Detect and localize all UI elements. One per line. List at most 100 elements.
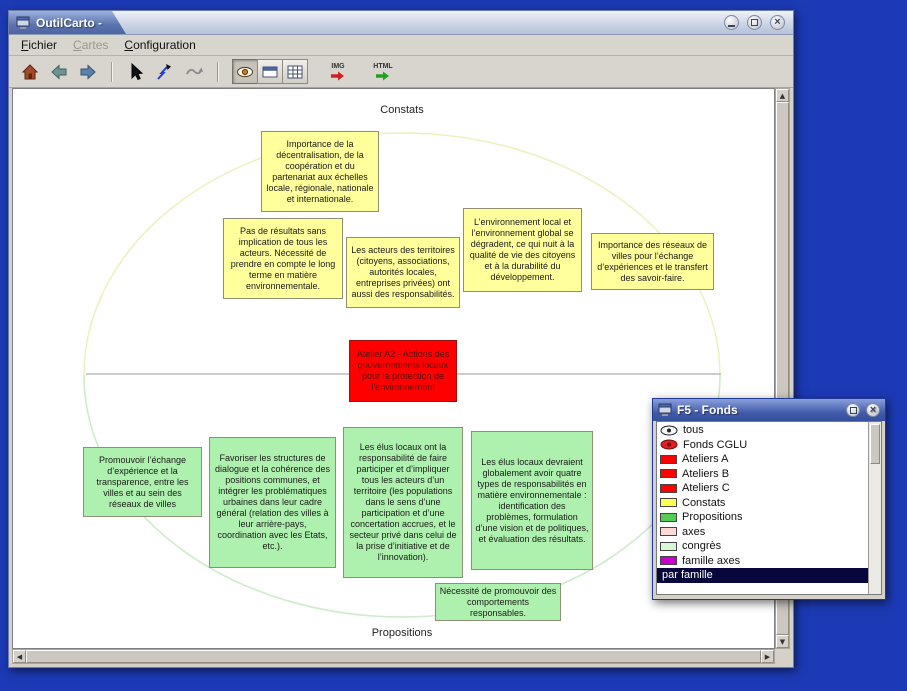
fonds-titlebar[interactable]: F5 - Fonds × [653,399,885,421]
fonds-item-congres[interactable]: congrès [657,539,868,554]
export-html-button[interactable]: HTML [368,58,398,86]
constat-note[interactable]: Pas de résultats sans implication de tou… [223,218,343,299]
link-pointer-icon [155,62,175,82]
export-img-label: IMG [331,63,344,71]
proposition-note[interactable]: Nécessité de promouvoir des comportement… [435,583,561,621]
export-img-button[interactable]: IMG [323,58,353,86]
note-window-icon [260,62,280,82]
menu-configuration[interactable]: Configuration [124,38,195,52]
proposition-note[interactable]: Les élus locaux ont la responsabilité de… [343,427,463,578]
toolbar-separator [217,62,219,82]
fonds-item-famille-axes[interactable]: famille axes [657,554,868,569]
fonds-scrollbar-thumb[interactable] [870,424,880,464]
fonds-item-ateliers-a[interactable]: Ateliers A [657,452,868,467]
eye-icon [235,62,255,82]
constat-note[interactable]: Importance des réseaux de villes pour l’… [591,233,714,290]
app-icon [16,16,30,30]
fonds-item-ateliers-b[interactable]: Ateliers B [657,467,868,482]
close-button[interactable]: × [770,15,785,30]
constat-note[interactable]: Les acteurs des territoires (citoyens, a… [346,237,460,308]
maximize-button[interactable] [747,15,762,30]
fonds-item-label: famille axes [682,555,740,567]
fonds-item-label: Ateliers C [682,482,730,494]
fonds-item-label: Ateliers B [682,468,729,480]
close-icon: × [774,17,780,28]
main-titlebar[interactable]: OutilCarto - × [9,11,793,35]
proposition-note[interactable]: Les élus locaux devraient globalement av… [471,431,593,570]
fonds-item-label: Propositions [682,511,743,523]
fonds-item-axes[interactable]: axes [657,525,868,540]
fonds-item-par-famille-selected[interactable]: par famille [657,568,868,583]
back-button[interactable] [46,59,72,85]
scroll-up-button[interactable]: ▲ [776,89,789,102]
center-node[interactable]: Atelier A2 - Actions des gouvernements l… [349,340,457,402]
fonds-item-label: tous [683,424,704,436]
fonds-item-constats[interactable]: Constats [657,496,868,511]
color-swatch [660,542,677,551]
toolbar-separator [111,62,113,82]
eye-icon [660,425,678,436]
fonds-window: F5 - Fonds × tous Fonds CGLU [652,398,886,600]
constat-note[interactable]: Importance de la décentralisation, de la… [261,131,379,212]
table-grid-icon [285,62,305,82]
fonds-item-label: Constats [682,497,725,509]
color-swatch [660,513,677,522]
select-tool-button[interactable] [123,59,149,85]
back-arrow-icon [49,62,69,82]
relink-tool-button[interactable] [181,59,207,85]
fonds-item-tous[interactable]: tous [657,423,868,438]
fonds-scrollbar[interactable] [868,422,881,594]
export-html-label: HTML [373,63,392,71]
show-titles-toggle[interactable] [257,59,283,84]
color-swatch [660,455,677,464]
red-arrow-icon [331,71,345,81]
minimize-button[interactable] [724,15,739,30]
color-swatch [660,469,677,478]
zone-label-constats: Constats [352,104,452,116]
color-swatch [660,484,677,493]
fonds-item-label: axes [682,526,705,538]
cursor-icon [126,62,146,82]
window-title: OutilCarto - [36,16,102,30]
fonds-item-fonds-cglu[interactable]: Fonds CGLU [657,438,868,453]
zone-label-propositions: Propositions [342,627,462,639]
fonds-item-label: congrès [682,540,721,552]
color-swatch [660,498,677,507]
fonds-list: tous Fonds CGLU Ateliers A Ateliers B At… [656,421,882,595]
close-icon: × [870,405,876,416]
fonds-shade-button[interactable] [846,403,860,417]
constat-note[interactable]: L’environnement local et l’environnement… [463,208,582,292]
fonds-item-label: Ateliers A [682,453,728,465]
scroll-left-button[interactable]: ◀ [13,650,26,663]
eye-icon-red [660,439,678,450]
fonds-window-icon [658,403,672,417]
link-tool-button[interactable] [152,59,178,85]
proposition-note[interactable]: Favoriser les structures de dialogue et … [209,437,336,568]
view-toggle-group [233,59,308,84]
forward-arrow-icon [78,62,98,82]
desktop: { "desktop": { "bg_color": "#1c3ab5" }, … [0,0,907,691]
proposition-note[interactable]: Promouvoir l’échange d’expérience et la … [83,447,202,517]
toolbar: IMG HTML [9,56,793,88]
show-notes-toggle[interactable] [232,59,258,84]
color-swatch [660,527,677,536]
maximize-icon [751,19,758,26]
fonds-item-label: Fonds CGLU [683,439,747,451]
scroll-down-button[interactable]: ▼ [776,635,789,648]
home-button[interactable] [17,59,43,85]
forward-button[interactable] [75,59,101,85]
color-swatch [660,556,677,565]
fonds-item-ateliers-c[interactable]: Ateliers C [657,481,868,496]
fonds-close-button[interactable]: × [866,403,880,417]
menu-bar: Fichier Cartes Configuration [9,35,793,56]
horizontal-scrollbar-thumb[interactable] [26,650,761,663]
minimize-icon [728,25,735,27]
fonds-item-label: par famille [662,569,713,581]
show-table-toggle[interactable] [282,59,308,84]
scroll-right-button[interactable]: ▶ [761,650,774,663]
menu-fichier[interactable]: Fichier [21,38,57,52]
loop-arrow-icon [184,62,204,82]
menu-cartes: Cartes [73,38,108,52]
fonds-item-propositions[interactable]: Propositions [657,510,868,525]
horizontal-scrollbar[interactable]: ◀ ▶ [12,649,775,664]
